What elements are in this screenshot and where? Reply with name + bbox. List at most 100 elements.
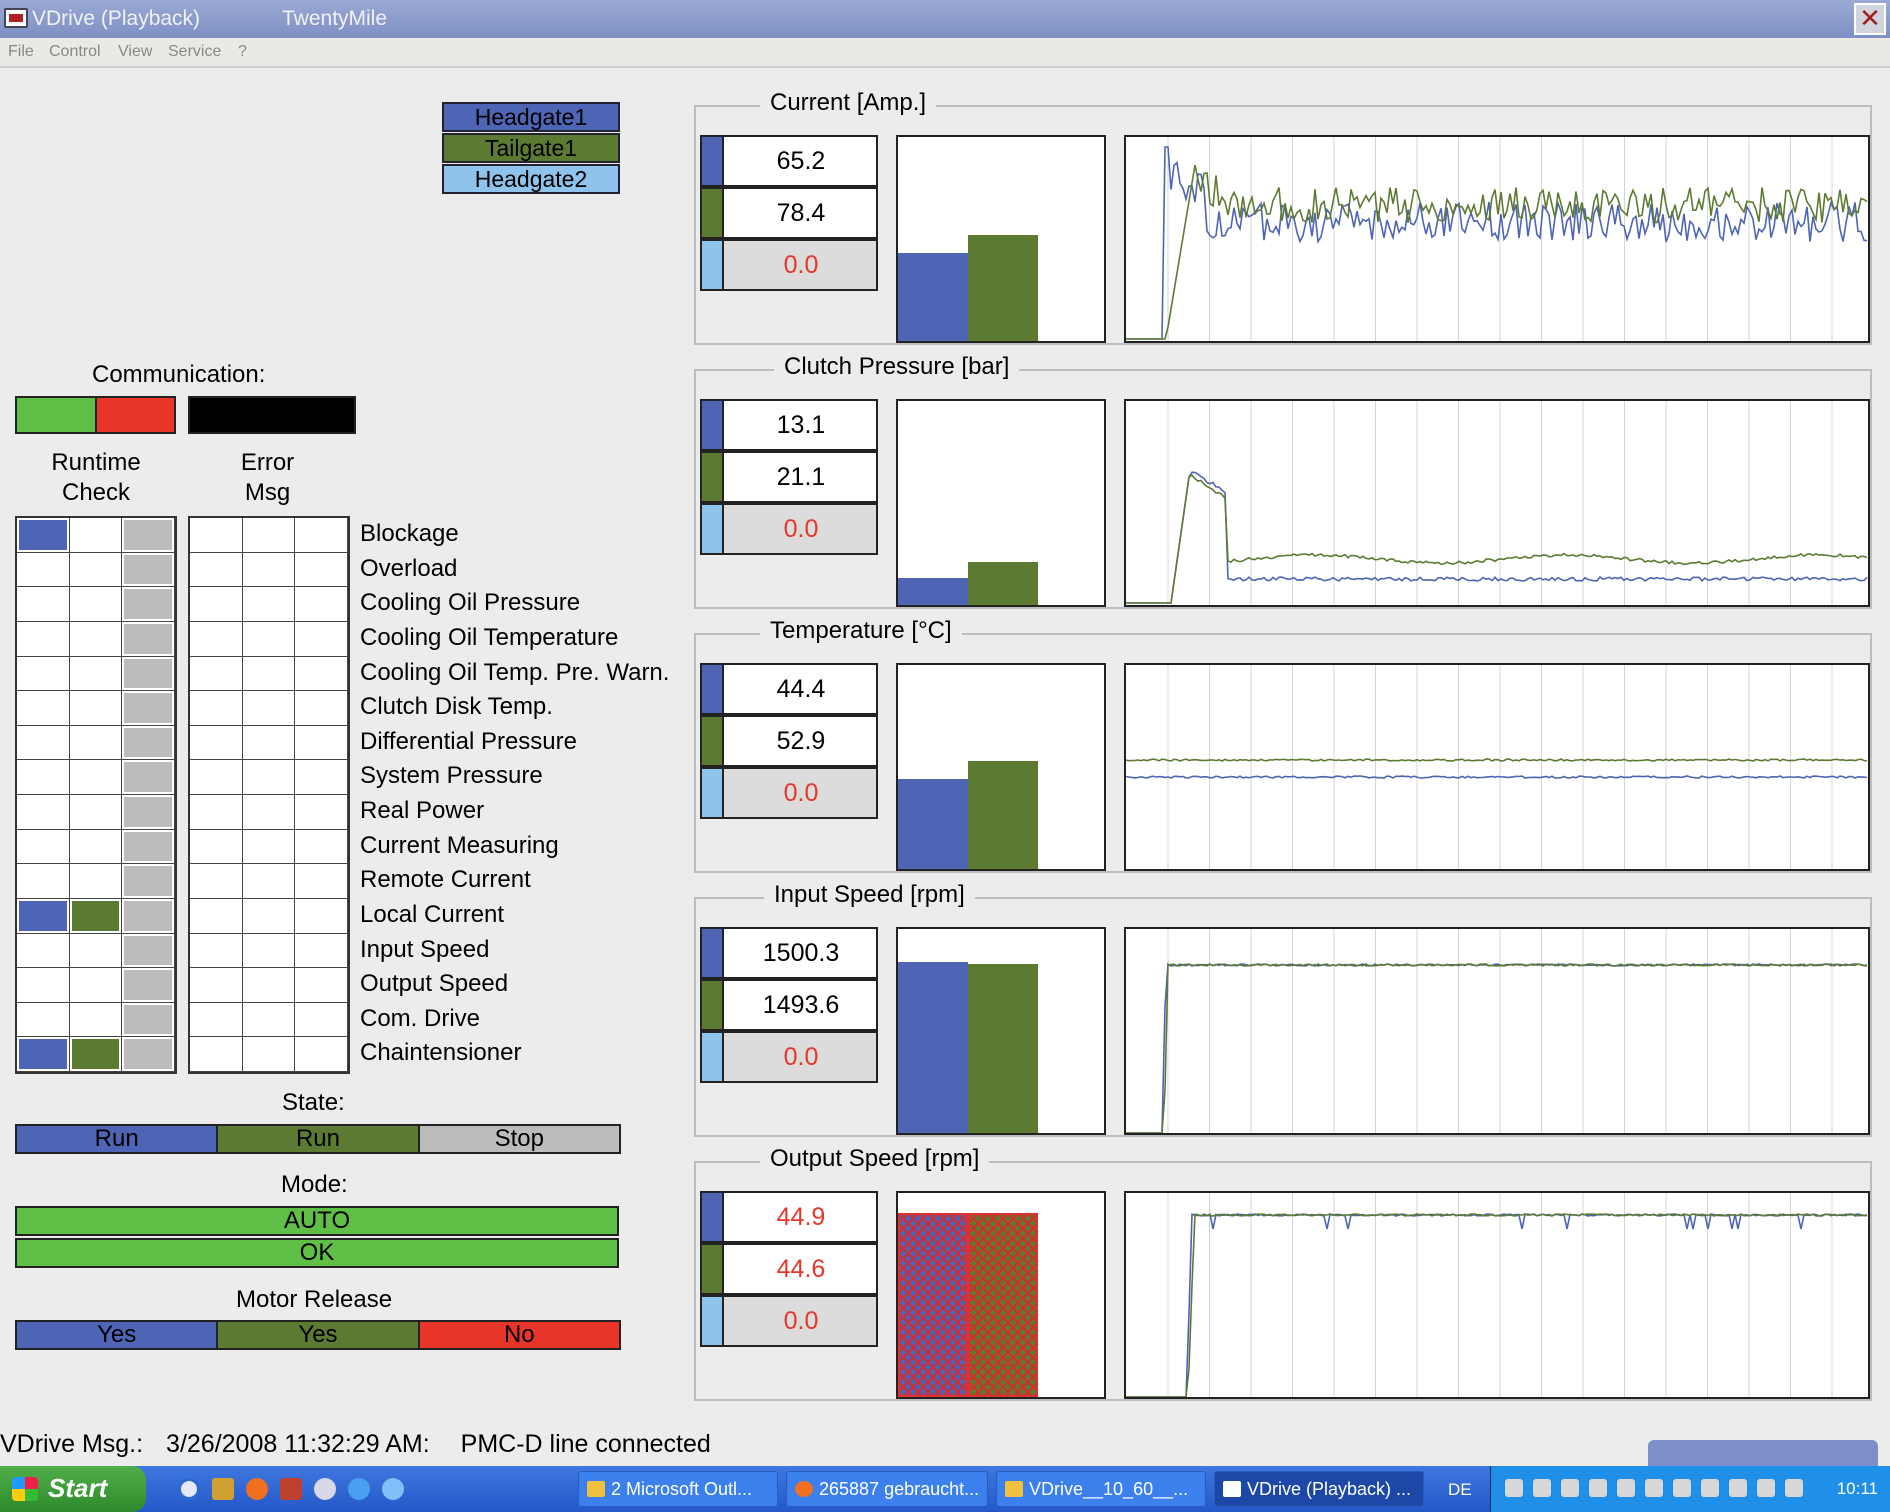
series-swatch: [702, 981, 724, 1029]
runtime-cell: [17, 725, 70, 761]
clock: 10:11: [1836, 1479, 1878, 1498]
error-cell: [190, 587, 243, 622]
error-cell: [242, 1002, 296, 1038]
error-cell: [242, 829, 296, 865]
minimized-window-bar[interactable]: [1648, 1440, 1878, 1466]
error-cell: [242, 968, 296, 1003]
mode-auto: AUTO: [15, 1206, 619, 1236]
error-cell: [190, 725, 243, 761]
value-readout: 52.9: [776, 727, 826, 755]
value-readout: 0.0: [783, 779, 819, 807]
runtime-cell: [17, 1037, 70, 1072]
firefox-icon[interactable]: [246, 1478, 268, 1500]
panel-title: Output Speed [rpm]: [760, 1145, 990, 1173]
tray-icon[interactable]: [1645, 1479, 1663, 1497]
runtime-cell: [17, 1002, 70, 1038]
close-button[interactable]: ✕: [1854, 3, 1886, 35]
error-cell: [242, 725, 296, 761]
tray-icon[interactable]: [1589, 1479, 1607, 1497]
task-vdrive[interactable]: VDrive (Playback) ...: [1214, 1471, 1424, 1507]
measurement-panel: Input Speed [rpm] 1500.3 1493.6 0.0: [694, 881, 1872, 1137]
ie-icon[interactable]: [178, 1478, 200, 1500]
tray-icon[interactable]: [1533, 1479, 1551, 1497]
menu-help[interactable]: ?: [238, 43, 247, 61]
search-icon[interactable]: [382, 1478, 404, 1500]
media-icon[interactable]: [314, 1478, 336, 1500]
system-tray: 10:11: [1490, 1466, 1890, 1512]
value-readout: 13.1: [776, 411, 826, 439]
check-label: Overload: [360, 554, 458, 582]
error-cell: [295, 621, 348, 657]
runtime-cell: [69, 829, 123, 865]
check-label: Real Power: [360, 797, 485, 824]
value-box: 52.9: [700, 715, 878, 767]
app-icon[interactable]: [280, 1478, 302, 1500]
error-cell: [295, 795, 348, 830]
title-bar: VDrive (Playback) TwentyMile ✕: [0, 0, 1890, 38]
error-cell: [295, 933, 348, 969]
runtime-cell: [17, 518, 70, 553]
legend-tailgate1: Tailgate1: [442, 133, 620, 163]
check-label: Cooling Oil Temp. Pre. Warn.: [360, 658, 670, 686]
runtime-cell: [69, 864, 123, 899]
tray-icon[interactable]: [1729, 1479, 1747, 1497]
value-box: 1493.6: [700, 979, 878, 1031]
tray-icon[interactable]: [1505, 1479, 1523, 1497]
tray-icon[interactable]: [1617, 1479, 1635, 1497]
start-button[interactable]: Start: [0, 1466, 146, 1512]
tray-icon[interactable]: [1785, 1479, 1803, 1497]
error-cell: [242, 898, 296, 934]
check-label: Input Speed: [360, 935, 490, 963]
task-firefox[interactable]: 265887 gebraucht...: [786, 1471, 988, 1507]
trend-svg: [1126, 929, 1868, 1133]
runtime-cell: [17, 587, 70, 622]
menu-control[interactable]: Control: [49, 43, 101, 61]
panel-title: Input Speed [rpm]: [764, 881, 975, 909]
bar-indicator: [896, 135, 1106, 343]
value-box: 0.0: [700, 1031, 878, 1083]
menu-service[interactable]: Service: [168, 43, 221, 61]
task-folder[interactable]: VDrive__10_60__...: [996, 1471, 1206, 1507]
window-subtitle: TwentyMile: [282, 7, 388, 30]
language-indicator[interactable]: DE: [1448, 1480, 1472, 1500]
runtime-cell: [69, 691, 123, 726]
panel-title: Temperature [°C]: [760, 617, 962, 645]
level-bar: [898, 962, 968, 1133]
error-cell: [190, 898, 243, 934]
panel-title: Current [Amp.]: [760, 89, 937, 117]
series-swatch: [702, 1193, 724, 1241]
value-box: 65.2: [700, 135, 878, 187]
menu-file[interactable]: File: [8, 43, 34, 61]
runtime-cell: [17, 898, 70, 934]
runtime-cell: [17, 864, 70, 899]
headgate1-trace: [1126, 471, 1868, 604]
tray-icon[interactable]: [1701, 1479, 1719, 1497]
series-swatch: [702, 505, 724, 553]
motor-release-bar: Yes Yes No: [15, 1320, 621, 1350]
runtime-cell: [122, 864, 175, 899]
runtime-cell: [17, 691, 70, 726]
communication-indicator: [15, 396, 176, 434]
outlook-icon[interactable]: [212, 1478, 234, 1500]
check-label: Remote Current: [360, 866, 531, 894]
runtime-cell: [69, 656, 123, 692]
value-box: 13.1: [700, 399, 878, 451]
menu-view[interactable]: View: [118, 43, 152, 61]
check-label: Clutch Disk Temp.: [360, 693, 553, 721]
runtime-cell: [122, 725, 175, 761]
bar-indicator: [896, 1191, 1106, 1399]
task-outlook[interactable]: 2 Microsoft Outl...: [578, 1471, 778, 1507]
browser-icon[interactable]: [348, 1478, 370, 1500]
tray-icon[interactable]: [1757, 1479, 1775, 1497]
trend-svg: [1126, 1193, 1868, 1397]
trend-plot: [1124, 927, 1870, 1135]
trend-svg: [1126, 401, 1868, 605]
bar-indicator: [896, 399, 1106, 607]
tray-icon[interactable]: [1561, 1479, 1579, 1497]
series-swatch: [702, 769, 724, 817]
tray-icon[interactable]: [1673, 1479, 1691, 1497]
check-label: Local Current: [360, 900, 505, 928]
error-cell: [295, 864, 348, 899]
state-tailgate1: Run: [218, 1126, 420, 1152]
level-bar: [968, 761, 1038, 869]
